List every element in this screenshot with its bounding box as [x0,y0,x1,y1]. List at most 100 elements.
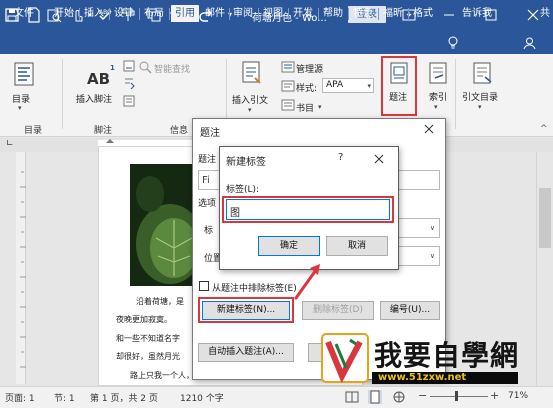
style-select[interactable]: APA ▾ [322,78,374,93]
style-icon [281,80,295,92]
tab-home[interactable]: 开始 [52,5,76,22]
style-label: 样式: [296,84,318,94]
tab-file[interactable]: 文件 [10,5,38,22]
svg-text:AB: AB [87,70,110,88]
insert-caption-icon [390,62,408,84]
document-text-line: 夜晚更加寂寞。 [116,315,172,324]
smart-lookup-label[interactable]: 智能查找 [154,62,190,75]
tab-mailings[interactable]: 邮件 [203,5,227,22]
exclude-label-text[interactable]: 从题注中排除标签(E) [212,281,297,294]
watermark-url: www.51zxw.net [378,372,467,383]
index-label[interactable]: 索引 [429,90,447,103]
mark-citation-icon[interactable] [472,62,494,84]
new-label-cancel-button[interactable]: 取消 [326,236,388,256]
zoom-out-icon[interactable]: − [418,389,427,402]
tab-view[interactable]: 视图 [261,5,285,22]
status-word-count[interactable]: 1210 个字 [180,391,224,404]
zoom-slider-thumb[interactable] [455,391,458,401]
insert-citation-dropdown-icon[interactable]: ▾ [248,106,252,114]
lightbulb-icon [446,36,460,50]
next-footnote-icon[interactable] [122,77,136,89]
status-bar [0,386,553,408]
label-field-label: 标 [204,226,214,236]
autocaption-button[interactable]: 自动插入题注(A)... [198,343,294,362]
insert-citation-label[interactable]: 插入引文 [232,93,268,106]
new-label-input[interactable]: 图 [226,199,390,220]
caption-dialog-title: 题注 [200,128,220,139]
mark-entry-icon[interactable] [429,62,447,84]
web-layout-icon[interactable] [392,390,406,404]
new-label-prompt: 标签(L): [226,185,260,195]
position-select-dropdown-icon[interactable]: ∨ [430,252,435,260]
tab-developer[interactable]: 开发 [291,5,315,22]
new-label-button[interactable]: 新建标签(N)... [202,301,290,320]
collapse-ribbon-icon[interactable]: ^ [540,124,548,134]
tab-help[interactable]: 帮助 [321,5,345,22]
share-label[interactable]: 共 [538,5,552,22]
table-of-authorities-label[interactable]: 引文目录 [462,90,498,103]
tab-insert[interactable]: 插入 [82,5,106,22]
delete-label-button[interactable]: 删除标签(D) [302,301,374,320]
new-label-dialog-title: 新建标签 [226,157,266,168]
vertical-scrollbar[interactable] [536,152,553,386]
new-label-input-value: 图 [230,208,240,219]
caption-text-value: Fi [202,175,210,186]
footnote-superscript: 1 [110,64,115,72]
tab-selector-icon[interactable]: ∟ [6,139,16,151]
menu-bar [0,30,553,54]
vertical-ruler[interactable] [16,152,26,384]
scrollbar-thumb[interactable] [539,188,551,248]
document-text-line: 却很好，虽然月光 [116,352,180,361]
caption-dialog-close-icon[interactable] [420,120,438,138]
tab-features[interactable]: 特色 [351,5,375,22]
share-icon[interactable] [523,37,536,50]
manage-sources-label[interactable]: 管理源 [296,62,323,75]
table-of-contents-icon[interactable] [14,62,34,86]
caption-field-label: 题注 [198,155,217,165]
bibliography-label[interactable]: 书目 [296,101,314,114]
new-label-help-button[interactable]: ? [338,152,343,163]
tab-format[interactable]: 格式 [411,5,435,22]
bibliography-icon[interactable] [281,99,295,111]
document-text-line: 沿着荷塘，是 [136,297,184,306]
show-notes-icon[interactable] [122,95,136,107]
numbering-button[interactable]: 编号(U)... [380,301,440,320]
tab-review[interactable]: 审阅 [231,5,255,22]
index-dropdown-icon[interactable]: ▾ [434,103,438,111]
tab-design[interactable]: 设计 [112,5,136,22]
document-text-line: 和一些不知道名字 [116,334,180,343]
label-select-dropdown-icon[interactable]: ∨ [430,224,435,232]
options-label: 选项 [198,199,217,209]
group-label-info: 信息 [170,126,189,136]
zoom-level[interactable]: 71% [508,391,528,401]
tab-layout[interactable]: 布局 [142,5,166,22]
tab-references[interactable]: 引用 [171,5,199,22]
tell-me-search[interactable]: 告诉我 [462,5,502,22]
document-leaf-image[interactable] [130,164,196,286]
minimize-icon[interactable] [440,6,458,24]
print-layout-icon[interactable] [368,390,382,404]
style-select-dropdown-icon[interactable]: ▾ [367,82,371,90]
insert-endnote-icon[interactable] [122,60,136,72]
status-page-count[interactable]: 第 1 页，共 2 页 [90,391,158,404]
read-mode-icon[interactable] [345,390,359,404]
toc-dropdown-icon[interactable]: ▾ [18,104,22,112]
zoom-slider[interactable] [430,396,488,397]
status-page[interactable]: 页面: 1 [5,391,35,404]
status-section[interactable]: 节: 1 [54,391,75,404]
insert-caption-label: 题注 [389,93,408,103]
red-arrow-annotation [292,262,328,302]
toa-dropdown-icon[interactable]: ▾ [478,103,482,111]
group-label-toc: 目录 [24,126,43,136]
zoom-in-icon[interactable]: + [490,389,499,402]
smart-lookup-icon[interactable] [138,60,152,74]
insert-footnote-label[interactable]: 插入脚注 [76,92,112,105]
tab-foxit[interactable]: 福昕 [381,5,405,22]
bibliography-dropdown-icon[interactable]: ▾ [318,103,322,111]
manage-sources-icon[interactable] [281,61,295,73]
new-label-close-icon[interactable] [370,150,388,168]
new-label-ok-button[interactable]: 确定 [258,236,320,256]
exclude-label-checkbox[interactable] [199,281,209,291]
style-select-value: APA [326,80,344,90]
insert-citation-icon[interactable] [241,60,263,86]
